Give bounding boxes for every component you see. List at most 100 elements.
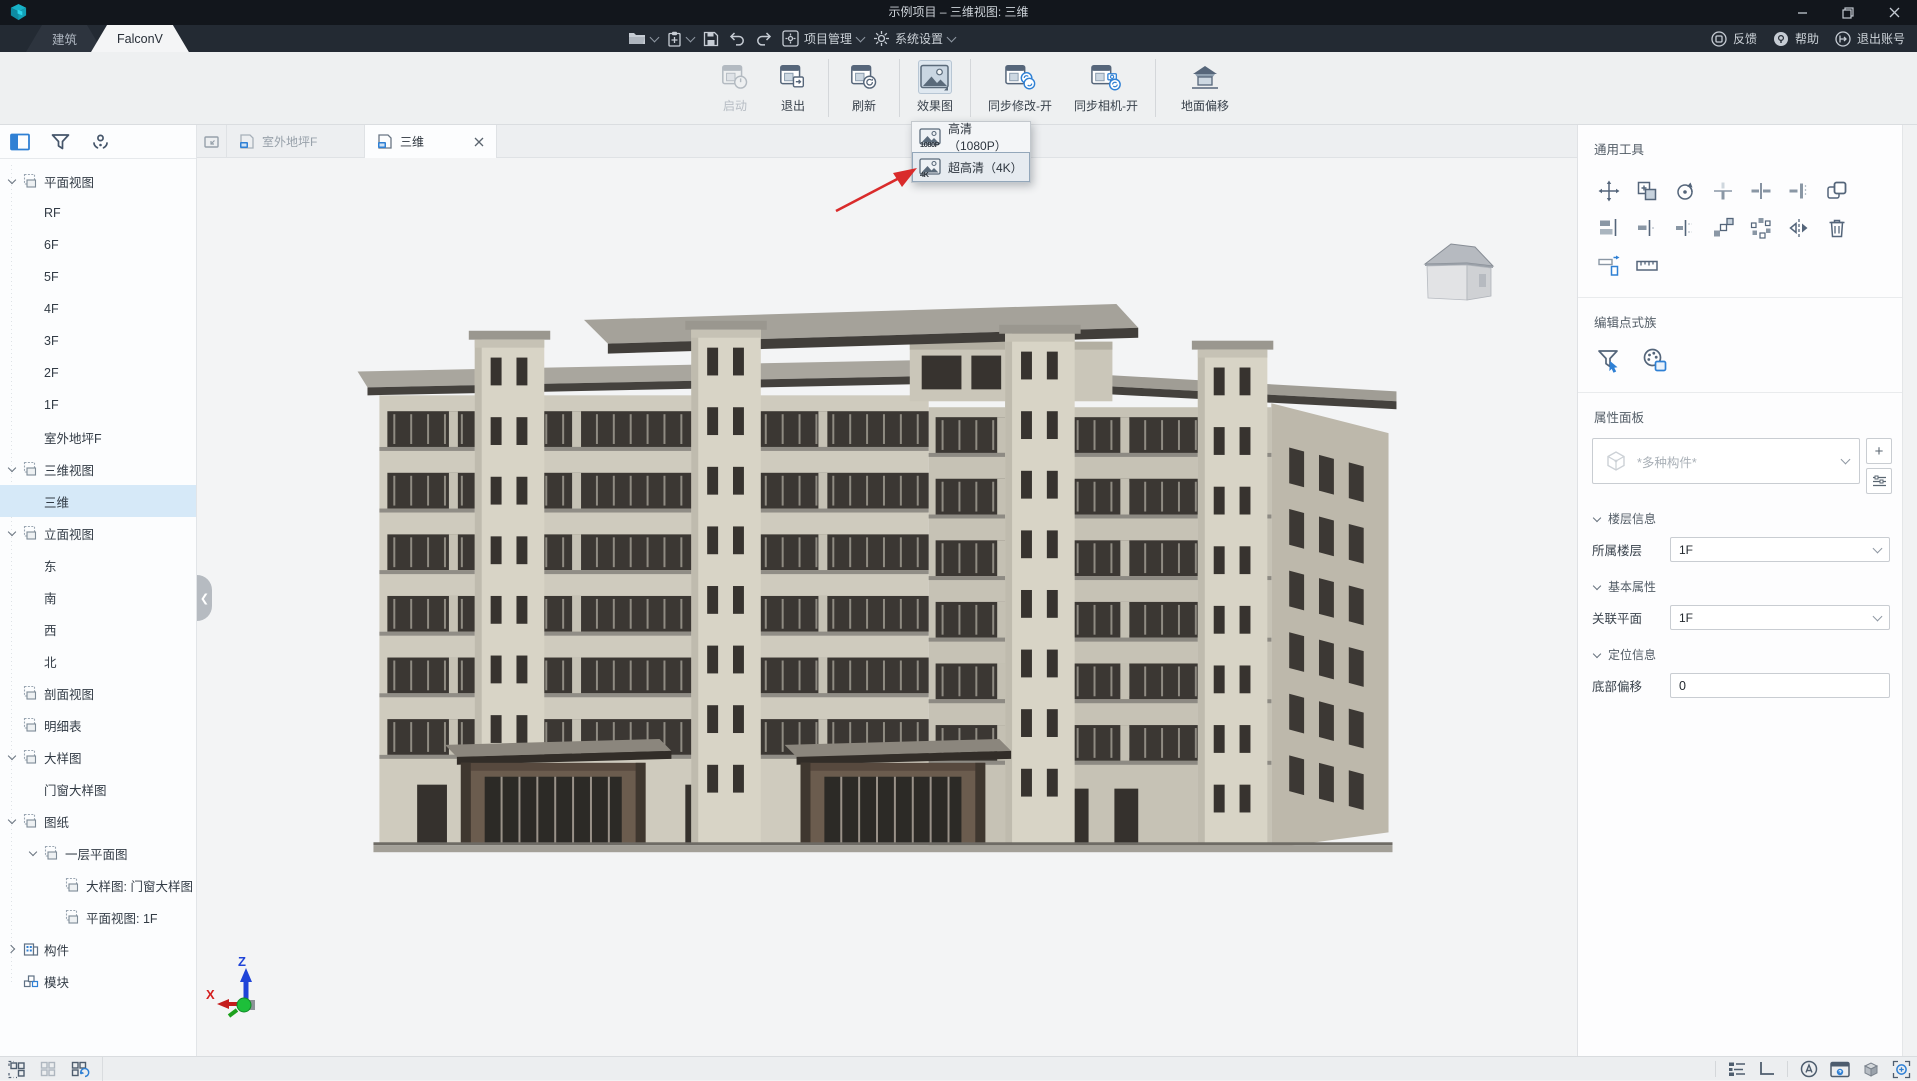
auto-mode-icon[interactable] bbox=[1800, 1060, 1818, 1078]
corner-axis-icon[interactable] bbox=[1758, 1061, 1775, 1077]
align-stack-icon[interactable] bbox=[1590, 209, 1628, 246]
split-icon[interactable] bbox=[1742, 172, 1780, 209]
tree-item[interactable]: 3F bbox=[0, 325, 196, 357]
add-property-button[interactable]: + bbox=[1866, 438, 1892, 464]
group-header-floor[interactable]: 楼层信息 bbox=[1578, 496, 1902, 531]
select-filter-icon[interactable] bbox=[1596, 347, 1623, 374]
grid-light-icon[interactable] bbox=[39, 1060, 58, 1079]
tree-item[interactable]: 模块 bbox=[0, 965, 196, 997]
feedback-link[interactable]: 反馈 bbox=[1711, 30, 1757, 47]
copy-icon[interactable] bbox=[1628, 172, 1666, 209]
right-scroll-strip[interactable] bbox=[1902, 125, 1917, 1056]
layer-list-icon[interactable] bbox=[1728, 1061, 1746, 1077]
tree-item[interactable]: RF bbox=[0, 197, 196, 229]
offset-copy-icon[interactable] bbox=[1590, 246, 1628, 283]
chevron-right-icon[interactable] bbox=[5, 943, 18, 956]
system-settings-menu[interactable]: 系统设置 bbox=[873, 30, 955, 47]
trim-icon[interactable] bbox=[1704, 172, 1742, 209]
maximize-button[interactable] bbox=[1825, 0, 1871, 25]
chevron-down-icon[interactable] bbox=[5, 527, 18, 540]
view-cube-house[interactable] bbox=[1417, 234, 1499, 306]
tree-item[interactable]: 西 bbox=[0, 613, 196, 645]
tree-item[interactable]: 立面视图 bbox=[0, 517, 196, 549]
align-edge-icon[interactable] bbox=[1666, 209, 1704, 246]
tree-item[interactable]: 东 bbox=[0, 549, 196, 581]
tree-item[interactable]: 5F bbox=[0, 261, 196, 293]
sidebar-collapse-handle[interactable]: ❮ bbox=[197, 575, 212, 621]
tree-item[interactable]: 1F bbox=[0, 389, 196, 421]
tree-item[interactable]: 4F bbox=[0, 293, 196, 325]
edit-family-icon[interactable] bbox=[1641, 347, 1668, 374]
chevron-down-icon[interactable] bbox=[5, 751, 18, 764]
bottom-offset-input[interactable] bbox=[1670, 673, 1890, 698]
sync-edit-button[interactable]: 同步修改-开 bbox=[977, 57, 1063, 114]
view-tab-3d[interactable]: 三维 bbox=[365, 125, 497, 158]
menu-item-4k[interactable]: 4K 超高清（4K） bbox=[912, 152, 1030, 182]
tree-item[interactable]: 平面视图: 1F bbox=[0, 901, 196, 933]
redo-button[interactable] bbox=[755, 31, 773, 46]
solid-box-icon[interactable] bbox=[1862, 1060, 1880, 1078]
array-linear-icon[interactable] bbox=[1704, 209, 1742, 246]
tree-item[interactable]: 三维视图 bbox=[0, 453, 196, 485]
ground-offset-button[interactable]: 地面偏移 bbox=[1162, 57, 1248, 114]
minimize-button[interactable] bbox=[1779, 0, 1825, 25]
measure-icon[interactable] bbox=[1628, 246, 1666, 283]
tree-item[interactable]: 大样图 bbox=[0, 741, 196, 773]
tree-item[interactable]: 平面视图 bbox=[0, 165, 196, 197]
array-radial-icon[interactable] bbox=[1742, 209, 1780, 246]
project-management-menu[interactable]: 项目管理 bbox=[782, 30, 864, 47]
new-clipboard-button[interactable] bbox=[667, 31, 694, 47]
render-image-button[interactable]: 效果图 bbox=[906, 57, 964, 114]
refresh-button[interactable]: 刷新 bbox=[835, 57, 893, 114]
panel-view-icon[interactable] bbox=[0, 125, 40, 159]
sync-camera-button[interactable]: 同步相机-开 bbox=[1063, 57, 1149, 114]
extend-icon[interactable] bbox=[1780, 172, 1818, 209]
plane-select[interactable]: 1F bbox=[1670, 605, 1890, 630]
close-button[interactable] bbox=[1871, 0, 1917, 25]
view-tab-site[interactable]: 室外地坪F bbox=[227, 125, 365, 158]
tree-item[interactable]: 南 bbox=[0, 581, 196, 613]
chevron-down-icon[interactable] bbox=[5, 463, 18, 476]
grid-reset-icon[interactable] bbox=[70, 1060, 90, 1079]
tree-item[interactable]: 大样图: 门窗大样图 bbox=[0, 869, 196, 901]
chevron-down-icon[interactable] bbox=[947, 32, 957, 42]
close-icon[interactable] bbox=[474, 137, 484, 147]
exit-button[interactable]: 退出 bbox=[764, 57, 822, 114]
tree-item[interactable]: 图纸 bbox=[0, 805, 196, 837]
align-center-icon[interactable] bbox=[1628, 209, 1666, 246]
chevron-down-icon[interactable] bbox=[686, 32, 696, 42]
open-folder-button[interactable] bbox=[628, 31, 658, 46]
rotate-icon[interactable] bbox=[1666, 172, 1704, 209]
chevron-down-icon[interactable] bbox=[5, 175, 18, 188]
floor-select[interactable]: 1F bbox=[1670, 537, 1890, 562]
restore-view-icon[interactable] bbox=[197, 125, 227, 158]
tree-item[interactable]: 门窗大样图 bbox=[0, 773, 196, 805]
tree-item[interactable]: 剖面视图 bbox=[0, 677, 196, 709]
window-help-icon[interactable] bbox=[1830, 1061, 1850, 1078]
tab-falconv[interactable]: FalconV bbox=[91, 25, 189, 52]
help-link[interactable]: 帮助 bbox=[1773, 30, 1819, 47]
group-header-position[interactable]: 定位信息 bbox=[1578, 632, 1902, 667]
chevron-down-icon[interactable] bbox=[856, 32, 866, 42]
chevron-down-icon[interactable] bbox=[650, 32, 660, 42]
logout-link[interactable]: 退出账号 bbox=[1835, 30, 1905, 47]
tree-item[interactable]: 明细表 bbox=[0, 709, 196, 741]
tree-item[interactable]: 构件 bbox=[0, 933, 196, 965]
grid-select-icon[interactable] bbox=[8, 1060, 27, 1079]
group-header-basic[interactable]: 基本属性 bbox=[1578, 564, 1902, 599]
menu-item-1080p[interactable]: 1080P 高清（1080P） bbox=[912, 122, 1030, 152]
undo-button[interactable] bbox=[728, 31, 746, 46]
property-filter-button[interactable] bbox=[1866, 468, 1892, 494]
move-icon[interactable] bbox=[1590, 172, 1628, 209]
component-type-selector[interactable]: *多种构件* bbox=[1592, 438, 1860, 484]
tree-item[interactable]: 三维 bbox=[0, 485, 196, 517]
chevron-down-icon[interactable] bbox=[5, 815, 18, 828]
tab-architecture[interactable]: 建筑 bbox=[26, 25, 103, 52]
zoom-region-icon[interactable] bbox=[1892, 1060, 1911, 1079]
delete-icon[interactable] bbox=[1818, 209, 1856, 246]
chevron-down-icon[interactable] bbox=[26, 847, 39, 860]
tree-item[interactable]: 北 bbox=[0, 645, 196, 677]
tree-item[interactable]: 6F bbox=[0, 229, 196, 261]
locate-icon[interactable] bbox=[80, 125, 120, 159]
filter-icon[interactable] bbox=[40, 125, 80, 159]
